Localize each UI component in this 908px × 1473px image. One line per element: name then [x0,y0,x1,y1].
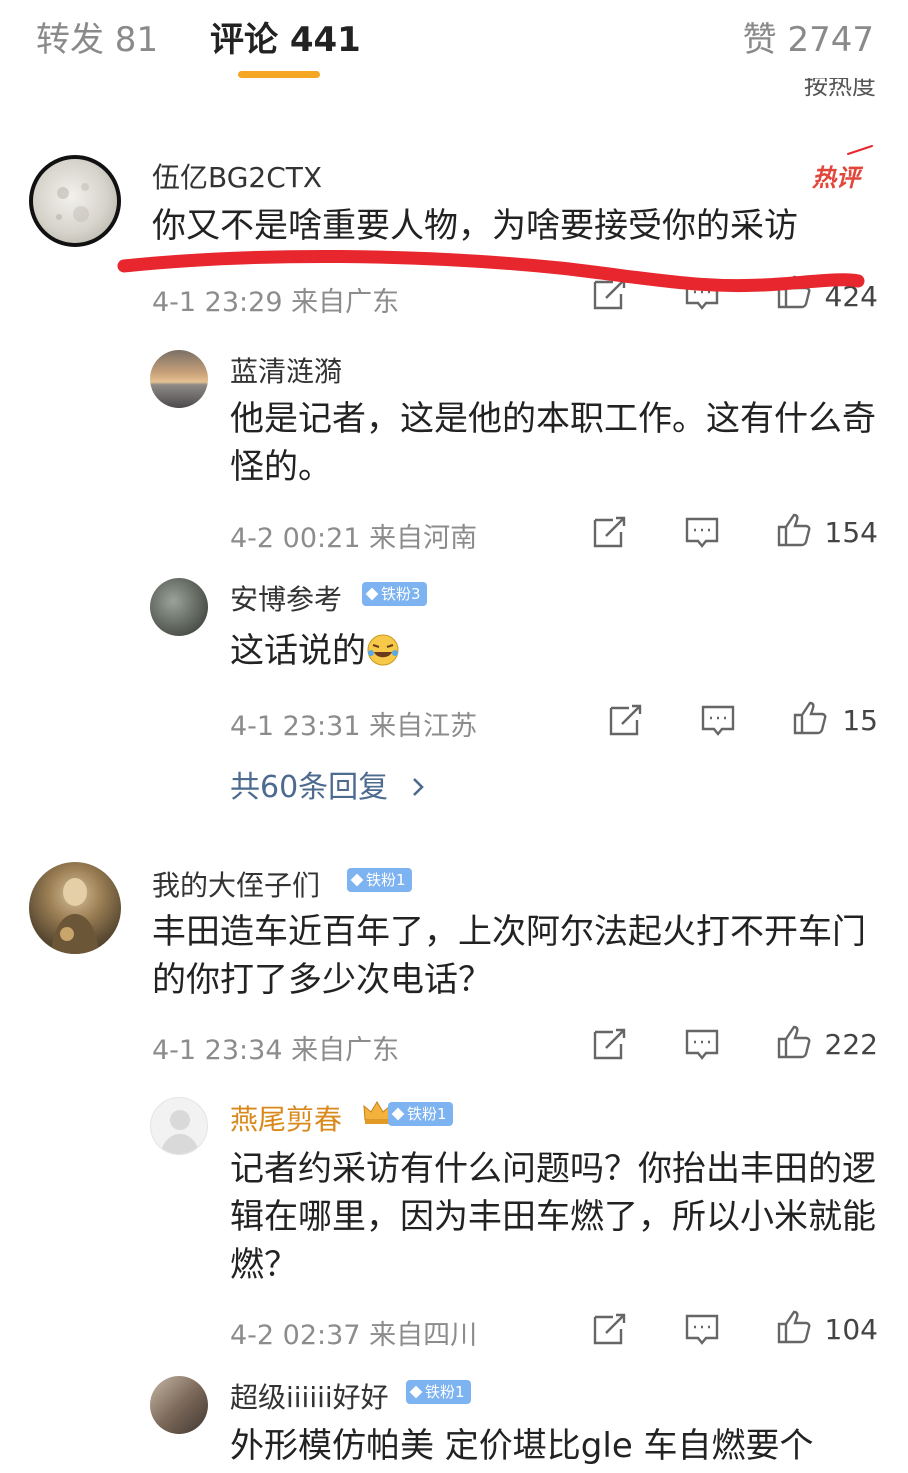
tab-likes[interactable]: 赞 2747 [743,12,874,61]
like-count: 154 [824,516,878,549]
sort-toggle[interactable]: 按热度 [804,78,876,100]
portrait-avatar-image [51,878,99,954]
comment-username[interactable]: 伍亿BG2CTX [152,156,322,196]
fan-badge: 铁粉1 [388,1102,453,1126]
repost-icon[interactable] [592,514,628,550]
reply-text: 记者约采访有什么问题吗？你抬出丰田的逻辑在哪里，因为丰田车燃了，所以小米就能燃？ [230,1149,876,1285]
reply-meta: 4-1 23:31 来自江苏 [230,711,478,742]
like-icon[interactable] [776,274,812,310]
reply-text: 他是记者，这是他的本职工作。这有什么奇怪的。 [230,399,876,487]
diamond-icon [365,587,379,601]
like-count: 104 [824,1313,878,1346]
comment-text: 你又不是啥重要人物，为啥要接受你的采访 [152,206,798,246]
repost-icon[interactable] [592,1026,628,1062]
comment-username[interactable]: 我的大侄子们 [152,864,320,904]
reply-avatar[interactable] [150,578,208,636]
hot-comment-tag: 热评 [812,164,860,192]
comment-meta: 4-1 23:34 来自广东 [152,1035,400,1066]
laugh-cry-emoji-icon [367,634,399,666]
repost-icon[interactable] [592,276,628,312]
diamond-icon [350,873,364,887]
like-count: 424 [824,280,878,313]
reply-meta: 4-2 02:37 来自四川 [230,1320,478,1351]
comment-icon[interactable] [684,514,720,550]
more-replies-label: 共60条回复 [230,770,389,805]
reply-text-content: 这话说的 [230,631,366,671]
like-icon[interactable] [792,700,828,736]
reply-meta: 4-2 00:21 来自河南 [230,523,478,554]
avatar[interactable] [29,862,121,954]
fan-badge: 铁粉1 [406,1380,471,1404]
like-icon[interactable] [776,1024,812,1060]
diamond-icon [391,1107,405,1121]
like-count: 222 [824,1028,878,1061]
fan-badge: 铁粉3 [362,582,427,606]
comment-text: 丰田造车近百年了，上次阿尔法起火打不开车门的你打了多少次电话？ [152,912,866,1000]
fan-badge: 铁粉1 [347,868,412,892]
moon-avatar-image [56,183,89,222]
chevron-right-icon [412,778,424,796]
reply-avatar[interactable] [150,1376,208,1434]
like-count: 15 [842,704,878,737]
comment-meta: 4-1 23:29 来自广东 [152,287,400,318]
default-avatar-icon [160,1110,200,1154]
diamond-icon [409,1385,423,1399]
reply-text: 这话说的 [230,627,880,675]
reply-username[interactable]: 安博参考 [230,578,342,618]
reply-username[interactable]: 燕尾剪春 [230,1098,342,1138]
reply-avatar[interactable] [150,350,208,408]
tab-bar: 转发 81 评论 441 赞 2747 按热度 [0,0,908,100]
comment-icon[interactable] [700,702,736,738]
avatar[interactable] [29,155,121,247]
like-icon[interactable] [776,1309,812,1345]
sort-label: 按热度 [804,78,876,100]
comment-icon[interactable] [684,276,720,312]
repost-icon[interactable] [592,1311,628,1347]
reply-avatar[interactable] [150,1097,208,1155]
like-icon[interactable] [776,512,812,548]
reply-username[interactable]: 蓝清涟漪 [230,350,342,390]
comment-icon[interactable] [684,1311,720,1347]
tab-comments[interactable]: 评论 441 [210,12,361,61]
reply-username[interactable]: 超级iiiiii好好 [230,1376,389,1416]
active-tab-indicator [238,71,320,78]
tab-reposts[interactable]: 转发 81 [36,12,158,61]
view-all-replies-link[interactable]: 共60条回复 [230,762,428,806]
repost-icon[interactable] [608,702,644,738]
comment-icon[interactable] [684,1026,720,1062]
reply-text: 外形模仿帕美 定价堪比gle 车自燃要个 [230,1426,814,1466]
